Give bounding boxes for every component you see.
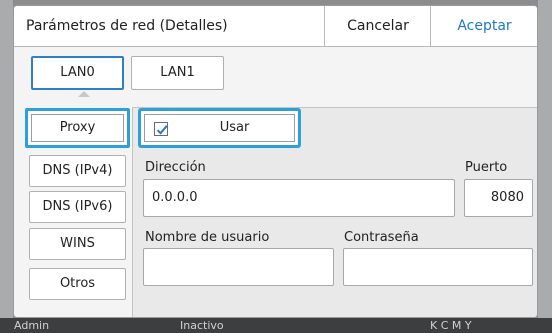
password-field[interactable] [343,248,533,286]
tab-lan1[interactable]: LAN1 [131,56,224,90]
background-screen-right [538,0,552,318]
network-details-dialog: Parámetros de red (Detalles) Cancelar Ac… [13,5,538,318]
dialog-titlebar: Parámetros de red (Detalles) Cancelar Ac… [14,6,537,47]
username-label: Nombre de usuario [145,230,270,245]
dialog-title: Parámetros de red (Detalles) [26,18,228,34]
accept-button[interactable]: Aceptar [430,6,537,46]
address-label: Dirección [145,160,206,175]
checkbox-checked-icon [154,122,168,136]
sidebar-item-proxy[interactable]: Proxy [25,108,130,148]
port-label: Puerto [465,160,508,175]
use-proxy-label: Usar [219,120,250,135]
cancel-button[interactable]: Cancelar [324,6,431,46]
background-ink-label: K C M Y [430,319,472,332]
background-screen-left [0,0,13,318]
sidebar-item-otros[interactable]: Otros [29,268,126,300]
password-label: Contraseña [344,230,419,245]
username-field[interactable] [143,248,334,286]
background-user-label: Admin [14,319,50,332]
active-tab-caret-icon [78,91,90,97]
tab-lan0[interactable]: LAN0 [31,56,124,90]
use-proxy-checkbox-button[interactable]: Usar [138,108,301,148]
sidebar-item-wins[interactable]: WINS [29,228,126,260]
port-field[interactable]: 8080 [464,179,533,217]
sidebar-item-label: Proxy [31,114,124,142]
sidebar-item-dns-ipv6[interactable]: DNS (IPv6) [29,191,126,223]
background-status-label: Inactivo [180,319,224,332]
sidebar-item-dns-ipv4[interactable]: DNS (IPv4) [29,155,126,187]
use-proxy-inner: Usar [144,114,295,142]
background-status-bar: Admin Inactivo K C M Y [0,318,552,333]
address-field[interactable]: 0.0.0.0 [143,179,455,217]
